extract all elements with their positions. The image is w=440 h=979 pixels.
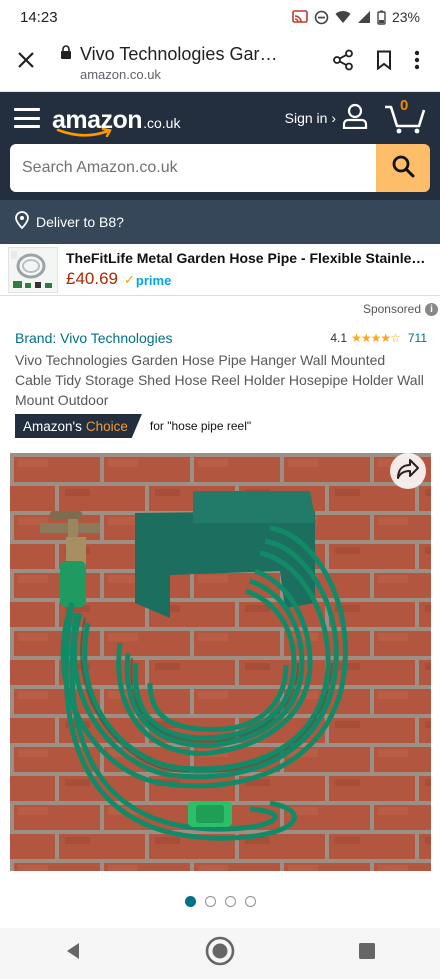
home-button[interactable] bbox=[190, 932, 250, 976]
sponsored-ad[interactable]: TheFitLife Metal Garden Hose Pipe - Flex… bbox=[0, 244, 440, 296]
star-rating-icon: ★★★★☆ bbox=[351, 331, 401, 345]
info-icon: i bbox=[425, 302, 438, 316]
cart-button[interactable]: 0 bbox=[384, 97, 426, 135]
rating[interactable]: 4.1 ★★★★☆ 711 bbox=[330, 331, 427, 345]
search-bar bbox=[10, 144, 430, 192]
lock-icon bbox=[60, 44, 72, 64]
sign-in-link[interactable]: Sign in › bbox=[285, 110, 336, 126]
share-icon[interactable] bbox=[332, 49, 354, 76]
url-area[interactable]: Vivo Technologies Garde... amazon.co.uk bbox=[52, 44, 332, 82]
share-arrow-icon bbox=[396, 458, 420, 485]
close-icon bbox=[17, 51, 35, 74]
status-bar: 14:23 23% bbox=[0, 0, 440, 34]
search-input[interactable] bbox=[10, 144, 376, 192]
back-button[interactable] bbox=[43, 932, 103, 976]
prime-badge: ✓ prime bbox=[124, 272, 171, 288]
choice-prefix: Amazon's bbox=[23, 418, 82, 434]
menu-icon[interactable] bbox=[14, 108, 40, 128]
account-icon[interactable] bbox=[342, 103, 368, 134]
wifi-icon bbox=[335, 10, 351, 24]
close-tab-button[interactable] bbox=[0, 34, 52, 92]
rating-count: 711 bbox=[407, 331, 427, 345]
image-carousel-dots[interactable] bbox=[0, 896, 440, 907]
choice-word: Choice bbox=[85, 418, 128, 434]
sponsored-label: Sponsored bbox=[362, 302, 421, 316]
choice-keyword: for "hose pipe reel" bbox=[149, 419, 252, 433]
brand-rating-row: Brand: Vivo Technologies 4.1 ★★★★☆ 711 bbox=[15, 330, 427, 346]
rating-value: 4.1 bbox=[330, 331, 348, 345]
back-icon bbox=[65, 942, 81, 965]
page-title: Vivo Technologies Garde... bbox=[80, 43, 285, 64]
sponsored-label-row[interactable]: Sponsored i bbox=[363, 299, 440, 319]
ad-thumbnail bbox=[8, 246, 58, 293]
carousel-dot[interactable] bbox=[224, 896, 236, 907]
prime-label: prime bbox=[135, 272, 172, 288]
carousel-dot[interactable] bbox=[184, 896, 196, 907]
smile-icon bbox=[56, 128, 112, 138]
ad-price: £40.69 bbox=[66, 269, 118, 288]
carousel-dot[interactable] bbox=[244, 896, 256, 907]
carousel-dot[interactable] bbox=[204, 896, 216, 907]
android-nav-bar bbox=[0, 928, 440, 979]
deliver-text: Deliver to B8? bbox=[36, 214, 124, 230]
battery-icon bbox=[377, 10, 386, 25]
amazon-logo[interactable]: amazon .co.uk bbox=[52, 101, 181, 138]
bookmark-icon[interactable] bbox=[376, 50, 392, 75]
page-domain: amazon.co.uk bbox=[80, 66, 161, 82]
prime-check-icon: ✓ bbox=[124, 272, 135, 287]
dnd-icon bbox=[314, 10, 329, 25]
ad-title: TheFitLife Metal Garden Hose Pipe - Flex… bbox=[66, 250, 432, 266]
amazons-choice-row: Amazon's Choice for "hose pipe reel" bbox=[15, 414, 251, 438]
status-time: 14:23 bbox=[20, 8, 58, 26]
cast-icon bbox=[292, 10, 308, 24]
home-icon bbox=[205, 936, 235, 971]
search-button[interactable] bbox=[376, 144, 430, 192]
deliver-location[interactable]: Deliver to B8? bbox=[0, 200, 440, 244]
amazons-choice-badge: Amazon's Choice bbox=[15, 414, 142, 438]
status-icons: 23% bbox=[292, 9, 420, 25]
browser-bar: Vivo Technologies Garde... amazon.co.uk bbox=[0, 34, 440, 92]
recents-button[interactable] bbox=[337, 932, 397, 976]
battery-percent: 23% bbox=[391, 9, 420, 25]
product-image[interactable] bbox=[10, 453, 431, 871]
cart-count: 0 bbox=[400, 97, 409, 114]
location-pin-icon bbox=[14, 210, 30, 234]
product-title: Vivo Technologies Garden Hose Pipe Hange… bbox=[15, 352, 424, 408]
brand-link[interactable]: Brand: Vivo Technologies bbox=[15, 330, 172, 346]
signal-icon bbox=[357, 10, 371, 24]
logo-tld: .co.uk bbox=[143, 115, 181, 131]
search-icon bbox=[391, 154, 415, 183]
recents-icon bbox=[358, 943, 375, 964]
image-share-button[interactable] bbox=[390, 453, 426, 489]
more-vert-icon[interactable] bbox=[414, 50, 420, 75]
